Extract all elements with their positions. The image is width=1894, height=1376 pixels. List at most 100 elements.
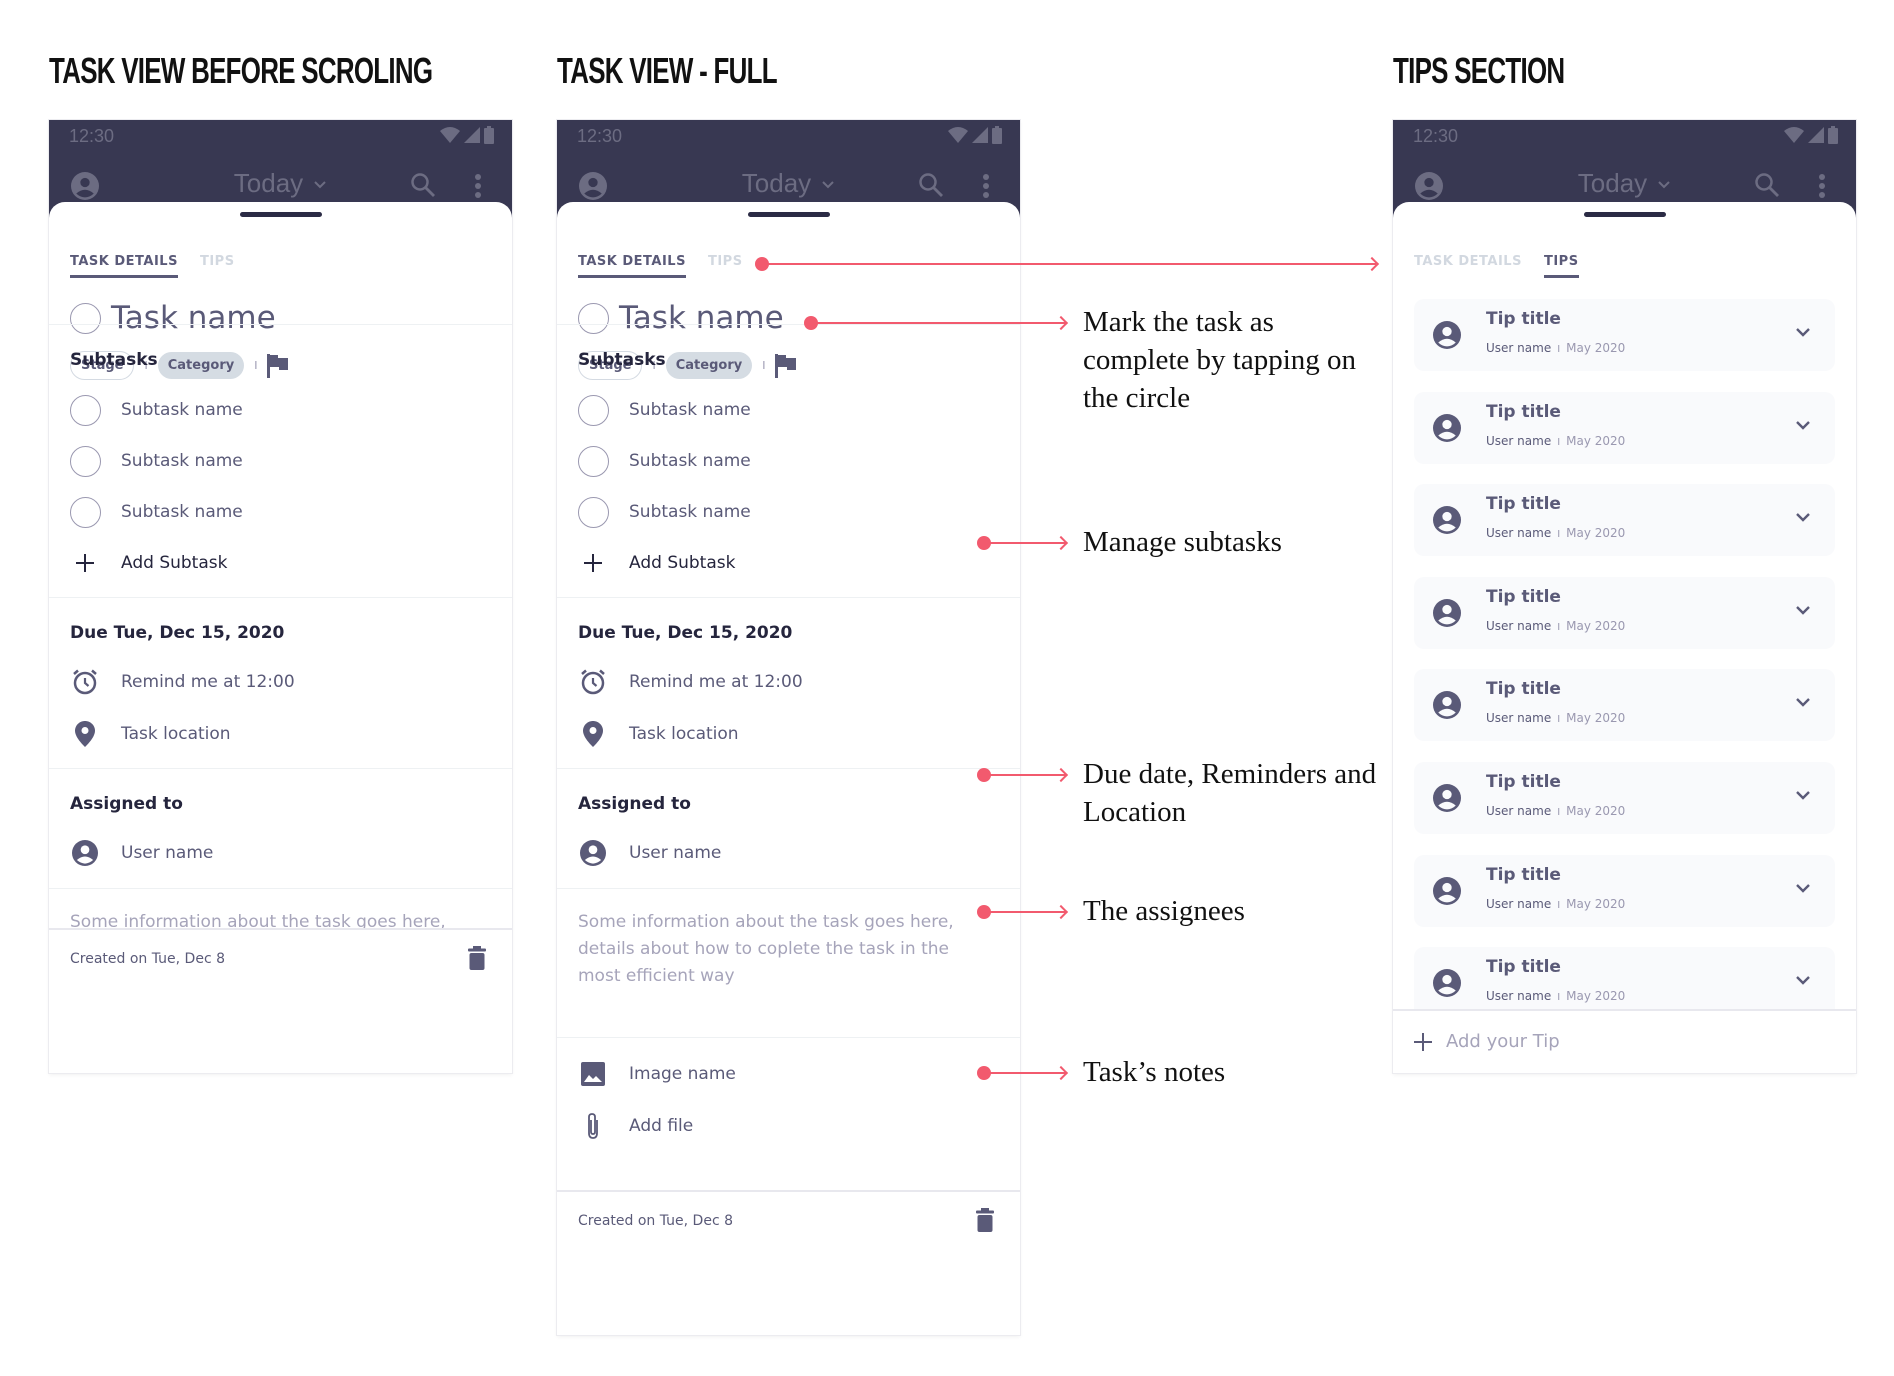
separator: I [1557, 899, 1561, 911]
assignee-row[interactable]: User name [578, 838, 721, 868]
divider [49, 888, 512, 889]
add-subtask-button[interactable]: Add Subtask [70, 548, 227, 578]
trash-icon[interactable] [468, 946, 486, 970]
subtask-checkbox[interactable] [69, 394, 101, 426]
add-file-button[interactable]: Add file [578, 1111, 693, 1141]
chevron-down-icon[interactable] [1795, 605, 1811, 616]
add-tip-button[interactable]: Add your Tip [1414, 1031, 1560, 1052]
search-icon[interactable] [410, 172, 436, 198]
subtask-name: Subtask name [121, 400, 243, 420]
more-vert-icon[interactable] [1818, 174, 1826, 198]
task-complete-checkbox[interactable] [70, 302, 101, 334]
more-vert-icon[interactable] [474, 174, 482, 198]
user-avatar-icon [580, 840, 606, 866]
tip-card[interactable]: Tip title User name I May 2020 [1414, 484, 1835, 557]
chevron-down-icon[interactable] [1795, 420, 1811, 431]
drag-handle[interactable] [1583, 212, 1666, 217]
search-icon[interactable] [1754, 172, 1780, 198]
tab-task-details[interactable]: TASK DETAILS [1414, 254, 1522, 278]
chevron-down-icon[interactable] [1795, 790, 1811, 801]
task-complete-checkbox[interactable] [578, 302, 609, 334]
task-name[interactable]: Task name [111, 300, 276, 336]
flag-icon[interactable] [267, 353, 289, 378]
tip-author: User name [1486, 896, 1552, 911]
annotation-due: Due date, Reminders and Location [1083, 758, 1377, 828]
task-notes[interactable]: Some information about the task goes her… [578, 909, 999, 990]
search-icon[interactable] [918, 172, 944, 198]
location-row[interactable]: Task location [70, 719, 231, 749]
location-row[interactable]: Task location [578, 719, 739, 749]
drag-handle[interactable] [239, 212, 322, 217]
assignee-row[interactable]: User name [70, 838, 213, 868]
tab-task-details[interactable]: TASK DETAILS [578, 254, 686, 278]
tip-card[interactable]: Tip title User name I May 2020 [1414, 762, 1835, 834]
tip-date: May 2020 [1566, 433, 1626, 448]
chevron-down-icon[interactable] [1795, 512, 1811, 523]
wifi-icon [440, 127, 460, 143]
tab-tips[interactable]: TIPS [200, 254, 235, 278]
image-attachment-row[interactable]: Image name [578, 1059, 736, 1089]
drag-handle[interactable] [747, 212, 830, 217]
subtask-item[interactable]: Subtask name [69, 445, 243, 477]
due-date-label[interactable]: Due Tue, Dec 15, 2020 [70, 623, 284, 643]
tips-footer: Add your Tip [1393, 1009, 1856, 1073]
tip-card[interactable]: Tip title User name I May 2020 [1414, 669, 1835, 742]
tab-bar: TASK DETAILS TIPS [578, 254, 743, 278]
add-subtask-button[interactable]: Add Subtask [578, 548, 735, 578]
chevron-down-icon[interactable] [1795, 327, 1811, 338]
chevron-down-icon[interactable] [1795, 975, 1811, 986]
subtask-item[interactable]: Subtask name [69, 496, 243, 528]
tip-card[interactable]: Tip title User name I May 2020 [1414, 299, 1835, 371]
tab-tips[interactable]: TIPS [708, 254, 743, 278]
divider [557, 1037, 1020, 1038]
signal-icon [464, 127, 480, 143]
separator: I [1557, 529, 1561, 541]
date-filter-dropdown[interactable]: Today [557, 168, 1020, 199]
category-chip[interactable]: Category [157, 352, 245, 379]
subtasks-label: Subtasks [578, 350, 666, 370]
subtask-item[interactable]: Subtask name [577, 445, 751, 477]
image-icon [581, 1062, 605, 1086]
trash-icon[interactable] [976, 1208, 994, 1232]
subtask-checkbox[interactable] [577, 445, 609, 477]
date-filter-dropdown[interactable]: Today [1393, 168, 1856, 199]
tip-card[interactable]: Tip title User name I May 2020 [1414, 854, 1835, 927]
flag-icon[interactable] [775, 353, 797, 378]
reminder-label: Remind me at 12:00 [121, 672, 295, 692]
subtask-checkbox[interactable] [577, 496, 609, 528]
reminder-row[interactable]: Remind me at 12:00 [70, 667, 295, 697]
tip-card[interactable]: Tip title User name I May 2020 [1414, 576, 1835, 649]
subtask-item[interactable]: Subtask name [577, 394, 751, 426]
plus-icon [584, 554, 602, 572]
subtask-item[interactable]: Subtask name [69, 394, 243, 426]
subtask-checkbox[interactable] [577, 394, 609, 426]
status-time: 12:30 [577, 126, 623, 146]
tip-card[interactable]: Tip title User name I May 2020 [1414, 391, 1835, 464]
tip-author: User name [1486, 804, 1552, 818]
tip-title: Tip title [1486, 309, 1561, 329]
subtasks-label: Subtasks [70, 350, 158, 370]
task-name[interactable]: Task name [619, 300, 784, 336]
tip-date: May 2020 [1566, 526, 1626, 541]
category-chip[interactable]: Category [665, 352, 753, 379]
tip-title: Tip title [1486, 957, 1561, 978]
task-title-row: Task name [70, 300, 276, 336]
app-bar-title: Today [1577, 168, 1648, 198]
date-filter-dropdown[interactable]: Today [49, 168, 512, 199]
tip-date: May 2020 [1566, 618, 1626, 633]
subtask-item[interactable]: Subtask name [577, 496, 751, 528]
tab-tips[interactable]: TIPS [1543, 254, 1579, 278]
chevron-down-icon[interactable] [1795, 697, 1811, 708]
subtask-checkbox[interactable] [69, 445, 101, 477]
user-avatar-icon [1433, 969, 1461, 998]
location-label: Task location [629, 724, 739, 744]
more-vert-icon[interactable] [982, 174, 990, 198]
plus-icon [76, 554, 94, 572]
add-tip-label: Add your Tip [1446, 1031, 1560, 1052]
separator: I [254, 359, 258, 372]
subtask-checkbox[interactable] [69, 496, 101, 528]
due-date-label[interactable]: Due Tue, Dec 15, 2020 [578, 623, 792, 643]
chevron-down-icon[interactable] [1795, 883, 1811, 894]
reminder-row[interactable]: Remind me at 12:00 [578, 667, 803, 697]
tab-task-details[interactable]: TASK DETAILS [70, 254, 178, 278]
